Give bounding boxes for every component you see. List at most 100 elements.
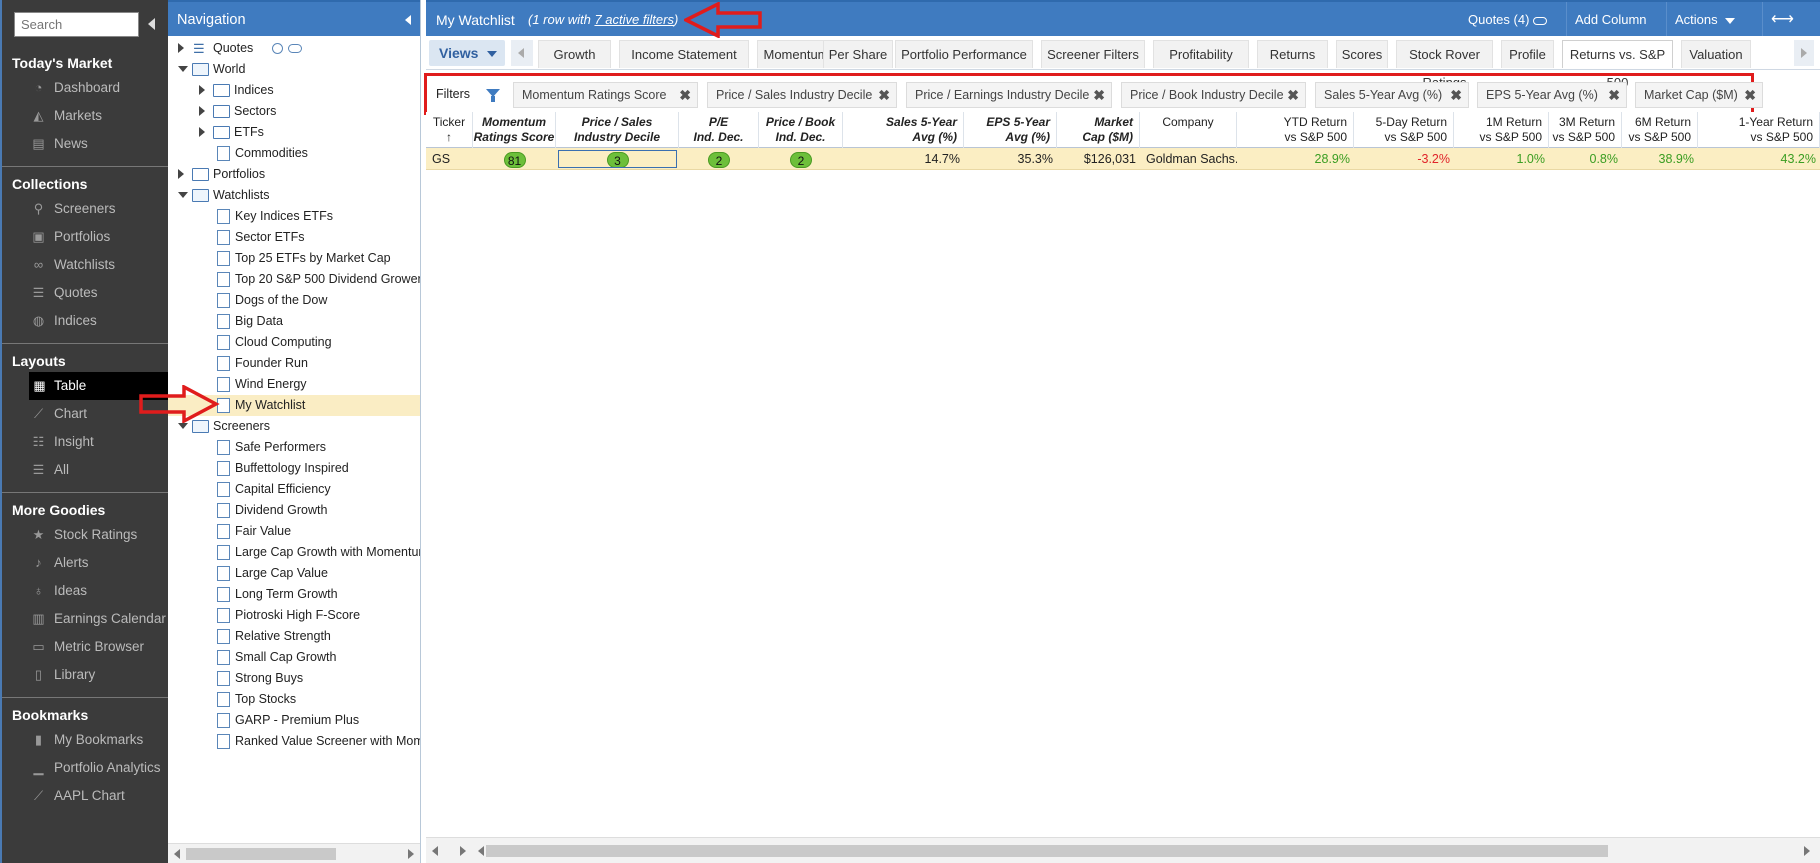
column-header-p-e[interactable]: P/E Ind. Dec. bbox=[679, 112, 759, 148]
cell-company[interactable]: Goldman Sachs... bbox=[1140, 148, 1237, 170]
cell-mcap[interactable]: $126,031 bbox=[1057, 148, 1140, 170]
tree-item-safe-performers[interactable]: Safe Performers bbox=[168, 437, 420, 458]
tree-item-small-cap-growth[interactable]: Small Cap Growth bbox=[168, 647, 420, 668]
sidebar-item-my-bookmarks[interactable]: ▮ My Bookmarks bbox=[2, 726, 168, 754]
tab-valuation[interactable]: Valuation bbox=[1681, 40, 1751, 68]
tree-item-key-indices-etfs[interactable]: Key Indices ETFs bbox=[168, 206, 420, 227]
tree-item-fair-value[interactable]: Fair Value bbox=[168, 521, 420, 542]
sidebar-item-watchlists[interactable]: ∞ Watchlists bbox=[2, 251, 168, 279]
cell-m1[interactable]: 1.0% bbox=[1454, 148, 1549, 170]
tree-item-top-20-s-p-500-dividend-growers[interactable]: Top 20 S&P 500 Dividend Growers bbox=[168, 269, 420, 290]
collapse-sidebar-icon[interactable] bbox=[148, 18, 155, 30]
column-header-eps-5-year[interactable]: EPS 5-Year Avg (%) bbox=[964, 112, 1057, 148]
cell-momentum[interactable]: 81 bbox=[473, 148, 556, 170]
tree-item-etfs[interactable]: ETFs bbox=[168, 122, 420, 143]
column-header-market[interactable]: Market Cap ($M) bbox=[1057, 112, 1140, 148]
expand-down-icon[interactable] bbox=[178, 423, 188, 429]
sidebar-item-portfolio-analytics[interactable]: ▁ Portfolio Analytics bbox=[2, 754, 168, 782]
tree-item-world[interactable]: World bbox=[168, 59, 420, 80]
close-icon[interactable]: ✖ bbox=[878, 83, 890, 107]
column-header-5-day-return[interactable]: 5-Day Return vs S&P 500 bbox=[1354, 112, 1454, 148]
expand-right-icon[interactable] bbox=[199, 127, 205, 137]
navigation-scroll-thumb[interactable] bbox=[186, 848, 336, 860]
sidebar-item-aapl-chart[interactable]: ⟋ AAPL Chart bbox=[2, 782, 168, 810]
tree-item-cloud-computing[interactable]: Cloud Computing bbox=[168, 332, 420, 353]
sidebar-item-stock-ratings[interactable]: ★ Stock Ratings bbox=[2, 521, 168, 549]
filter-chip[interactable]: Momentum Ratings Score ✖ bbox=[513, 82, 698, 108]
tree-item-capital-efficiency[interactable]: Capital Efficiency bbox=[168, 479, 420, 500]
cell-pe_decile[interactable]: 2 bbox=[679, 148, 759, 170]
close-icon[interactable]: ✖ bbox=[1450, 83, 1462, 107]
filter-chip[interactable]: EPS 5-Year Avg (%) ✖ bbox=[1477, 82, 1627, 108]
column-header-price-book[interactable]: Price / Book Ind. Dec. bbox=[759, 112, 843, 148]
expand-right-icon[interactable] bbox=[178, 43, 184, 53]
tree-item-large-cap-value[interactable]: Large Cap Value bbox=[168, 563, 420, 584]
close-icon[interactable]: ✖ bbox=[1744, 83, 1756, 107]
cell-m3[interactable]: 0.8% bbox=[1549, 148, 1622, 170]
sidebar-item-screeners[interactable]: ⚲ Screeners bbox=[2, 195, 168, 223]
expand-right-icon[interactable] bbox=[199, 85, 205, 95]
sidebar-item-indices[interactable]: ◍ Indices bbox=[2, 307, 168, 335]
close-icon[interactable]: ✖ bbox=[1287, 83, 1299, 107]
cell-sales5[interactable]: 14.7% bbox=[843, 148, 964, 170]
cell-pb_decile[interactable]: 2 bbox=[759, 148, 843, 170]
close-icon[interactable]: ✖ bbox=[679, 83, 691, 107]
cell-ticker[interactable]: GS bbox=[426, 148, 473, 170]
sidebar-item-quotes[interactable]: ☰ Quotes bbox=[2, 279, 168, 307]
scroll-right-icon[interactable] bbox=[408, 849, 414, 859]
expand-down-icon[interactable] bbox=[178, 192, 188, 198]
tab-returns[interactable]: Returns bbox=[1257, 40, 1328, 68]
tab-per-share[interactable]: Per Share bbox=[823, 40, 893, 68]
tab-profile[interactable]: Profile bbox=[1501, 40, 1554, 68]
grid-horizontal-scrollbar[interactable] bbox=[426, 837, 1820, 863]
expand-right-icon[interactable] bbox=[199, 106, 205, 116]
sidebar-item-earnings-calendar[interactable]: ▥ Earnings Calendar bbox=[2, 605, 168, 633]
tab-income-statement[interactable]: Income Statement bbox=[619, 40, 749, 68]
filter-chip[interactable]: Price / Sales Industry Decile ✖ bbox=[707, 82, 897, 108]
table-row[interactable]: GS 81 3 2 2 14.7% 35.3% $126,031 Goldman Sachs..… bbox=[426, 148, 1820, 170]
tab-screener-filters[interactable]: Screener Filters bbox=[1041, 40, 1145, 68]
expand-down-icon[interactable] bbox=[178, 66, 188, 72]
cell-m6[interactable]: 38.9% bbox=[1622, 148, 1698, 170]
scroll-right-icon[interactable] bbox=[1804, 846, 1810, 856]
add-column-button[interactable]: Add Column bbox=[1566, 2, 1656, 38]
sidebar-item-insight[interactable]: ☷ Insight bbox=[2, 428, 168, 456]
column-header-1-year-return[interactable]: 1-Year Return vs S&P 500 bbox=[1698, 112, 1820, 148]
tree-item-relative-strength[interactable]: Relative Strength bbox=[168, 626, 420, 647]
expand-right-icon[interactable] bbox=[178, 169, 184, 179]
tab-stock-rover-ratings[interactable]: Stock Rover Ratings bbox=[1396, 40, 1493, 90]
cell-ytd[interactable]: 28.9% bbox=[1237, 148, 1354, 170]
scroll-right-icon[interactable] bbox=[460, 846, 466, 856]
sidebar-item-portfolios[interactable]: ▣ Portfolios bbox=[2, 223, 168, 251]
cell-ps_decile[interactable]: 3 bbox=[556, 148, 679, 170]
filter-chip[interactable]: Sales 5-Year Avg (%) ✖ bbox=[1315, 82, 1469, 108]
tab-growth[interactable]: Growth bbox=[538, 40, 611, 68]
grid-scroll-thumb[interactable] bbox=[486, 845, 1608, 857]
column-header-sales-5-year[interactable]: Sales 5-Year Avg (%) bbox=[843, 112, 964, 148]
tree-item-founder-run[interactable]: Founder Run bbox=[168, 353, 420, 374]
tree-item-top-25-etfs-by-market-cap[interactable]: Top 25 ETFs by Market Cap bbox=[168, 248, 420, 269]
scroll-left-icon[interactable] bbox=[478, 846, 484, 856]
cell-y1[interactable]: 43.2% bbox=[1698, 148, 1820, 170]
tree-item-portfolios[interactable]: Portfolios bbox=[168, 164, 420, 185]
cell-eps5[interactable]: 35.3% bbox=[964, 148, 1057, 170]
sidebar-item-dashboard[interactable]: ◔ Dashboard bbox=[2, 74, 168, 102]
sidebar-item-alerts[interactable]: ♪ Alerts bbox=[2, 549, 168, 577]
filter-chip[interactable]: Price / Earnings Industry Decile ✖ bbox=[906, 82, 1112, 108]
filter-chip[interactable]: Price / Book Industry Decile ✖ bbox=[1121, 82, 1306, 108]
tree-item-sector-etfs[interactable]: Sector ETFs bbox=[168, 227, 420, 248]
tree-item-sectors[interactable]: Sectors bbox=[168, 101, 420, 122]
tree-item-ranked-value-screener-with-momentum[interactable]: Ranked Value Screener with Momentum bbox=[168, 731, 420, 752]
tree-item-large-cap-growth-with-momentum[interactable]: Large Cap Growth with Momentum bbox=[168, 542, 420, 563]
navigation-horizontal-scrollbar[interactable] bbox=[168, 843, 420, 863]
column-header-ticker[interactable]: Ticker ↑ bbox=[426, 112, 473, 148]
tree-item-watchlists[interactable]: Watchlists bbox=[168, 185, 420, 206]
tree-item-big-data[interactable]: Big Data bbox=[168, 311, 420, 332]
tree-item-garp-premium-plus[interactable]: GARP - Premium Plus bbox=[168, 710, 420, 731]
tree-item-commodities[interactable]: Commodities bbox=[168, 143, 420, 164]
column-header-company[interactable]: Company bbox=[1140, 112, 1237, 148]
tree-item-strong-buys[interactable]: Strong Buys bbox=[168, 668, 420, 689]
tab-returns-vs-s-p-500[interactable]: Returns vs. S&P 500 bbox=[1562, 40, 1673, 90]
column-header-ytd-return[interactable]: YTD Return vs S&P 500 bbox=[1237, 112, 1354, 148]
filter-funnel-icon[interactable] bbox=[486, 89, 500, 102]
